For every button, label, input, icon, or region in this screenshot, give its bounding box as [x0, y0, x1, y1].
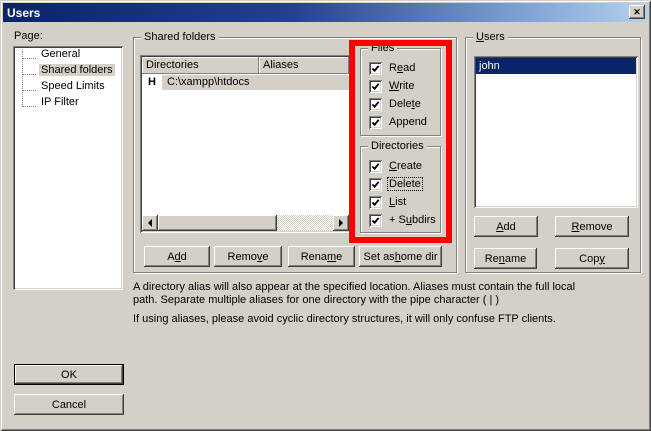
users-group-label: Users: [473, 31, 508, 43]
users-group: Users john Add Remove Rename Copy: [465, 37, 641, 273]
tree-stub: [22, 97, 36, 107]
tree-item-label[interactable]: General: [39, 48, 82, 60]
home-flag: H: [142, 76, 162, 88]
checkbox-label: Delete: [388, 178, 422, 190]
tree-item-label[interactable]: Shared folders: [39, 64, 115, 76]
checkbox-subdirs[interactable]: + Subdirs: [361, 211, 440, 229]
title-bar[interactable]: Users ✕: [3, 3, 648, 22]
horizontal-scrollbar[interactable]: [142, 215, 349, 231]
copy-user-button[interactable]: Copy: [555, 248, 629, 269]
cancel-button[interactable]: Cancel: [14, 394, 124, 415]
checkbox-icon[interactable]: [369, 214, 382, 227]
checkbox-read[interactable]: Read: [361, 59, 440, 77]
tree-item-label[interactable]: IP Filter: [39, 96, 81, 108]
column-header-directories[interactable]: Directories: [142, 57, 259, 74]
note-paragraph: A directory alias will also appear at th…: [133, 281, 599, 307]
alias-notes: A directory alias will also appear at th…: [133, 281, 599, 332]
checkbox-icon[interactable]: [369, 178, 382, 191]
checkbox-write[interactable]: Write: [361, 77, 440, 95]
scroll-right-icon[interactable]: [333, 215, 349, 231]
checkbox-icon[interactable]: [369, 98, 382, 111]
tree-stub: [22, 81, 36, 91]
directories-group-label: Directories: [368, 140, 427, 152]
checkbox-label: List: [388, 196, 407, 208]
checkbox-create[interactable]: Create: [361, 157, 440, 175]
checkbox-label: Write: [388, 80, 415, 92]
listview-header: Directories Aliases: [142, 57, 349, 74]
list-item-user[interactable]: john: [476, 58, 636, 74]
window-title: Users: [7, 6, 40, 20]
checkbox-icon[interactable]: [369, 196, 382, 209]
tree-item-label[interactable]: Speed Limits: [39, 80, 107, 92]
rename-directory-button[interactable]: Rename: [288, 246, 355, 267]
checkbox-delete-files[interactable]: Delete: [361, 95, 440, 113]
checkbox-append[interactable]: Append: [361, 113, 440, 131]
scrollbar-thumb[interactable]: [158, 215, 277, 231]
sidebar-item-general[interactable]: General: [13, 46, 123, 62]
ok-button[interactable]: OK: [14, 364, 124, 385]
checkbox-icon[interactable]: [369, 80, 382, 93]
checkbox-icon[interactable]: [369, 116, 382, 129]
users-dialog: Users ✕ Page: General Shared folders Spe…: [0, 0, 651, 431]
checkbox-label: Read: [388, 62, 416, 74]
checkbox-label: Append: [388, 116, 428, 128]
listview-body: H C:\xampp\htdocs: [142, 74, 349, 215]
directories-group: Directories Create Delete List + Subdirs: [360, 146, 441, 233]
checkbox-delete-directories[interactable]: Delete: [361, 175, 440, 193]
checkbox-icon[interactable]: [369, 62, 382, 75]
tree-stub: [22, 65, 36, 75]
checkbox-label: Create: [388, 160, 423, 172]
set-as-home-dir-button[interactable]: Set as home dir: [359, 246, 442, 267]
close-icon[interactable]: ✕: [629, 5, 645, 19]
checkbox-icon[interactable]: [369, 160, 382, 173]
checkbox-label: Delete: [388, 98, 422, 110]
directories-listview[interactable]: Directories Aliases H C:\xampp\htdocs: [140, 55, 351, 233]
sidebar-item-ip-filter[interactable]: IP Filter: [13, 94, 123, 110]
add-directory-button[interactable]: Add: [144, 246, 210, 267]
remove-directory-button[interactable]: Remove: [214, 246, 282, 267]
checkbox-list[interactable]: List: [361, 193, 440, 211]
add-user-button[interactable]: Add: [474, 216, 538, 237]
table-row[interactable]: H C:\xampp\htdocs: [142, 74, 349, 90]
files-group-label: Files: [368, 42, 397, 54]
sidebar-item-speed-limits[interactable]: Speed Limits: [13, 78, 123, 94]
files-group: Files Read Write Delete Append: [360, 48, 441, 136]
sidebar-item-shared-folders[interactable]: Shared folders: [13, 62, 123, 78]
users-listbox[interactable]: john: [474, 56, 638, 208]
scrollbar-track[interactable]: [277, 215, 333, 231]
directory-cell[interactable]: C:\xampp\htdocs: [162, 75, 349, 90]
note-paragraph: If using aliases, please avoid cyclic di…: [133, 313, 599, 326]
scroll-left-icon[interactable]: [142, 215, 158, 231]
checkbox-label: + Subdirs: [388, 214, 437, 226]
shared-folders-group-label: Shared folders: [141, 31, 219, 43]
tree-stub: [22, 49, 36, 59]
page-tree: General Shared folders Speed Limits IP F…: [13, 46, 123, 290]
column-header-aliases[interactable]: Aliases: [259, 57, 349, 74]
rename-user-button[interactable]: Rename: [474, 248, 537, 269]
page-label: Page:: [14, 30, 43, 42]
remove-user-button[interactable]: Remove: [555, 216, 629, 237]
